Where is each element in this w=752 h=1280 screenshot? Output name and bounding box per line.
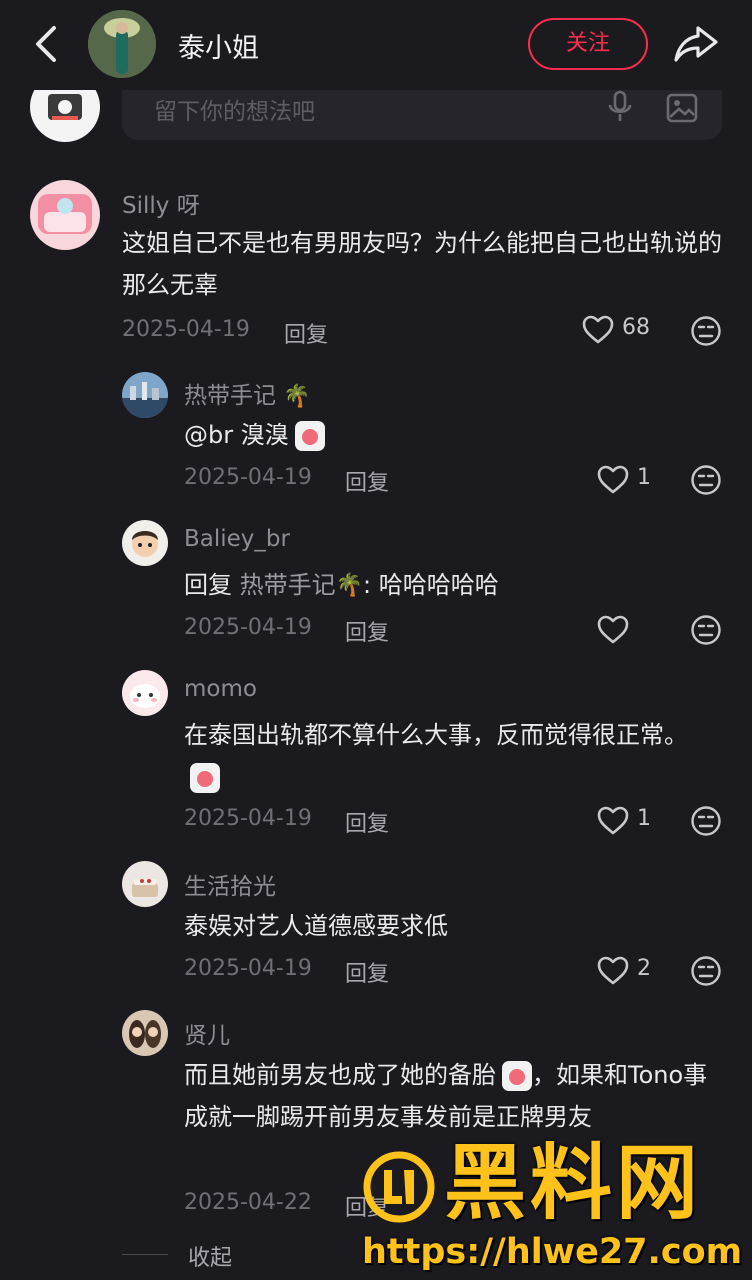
comment-text: 回复 热带手记🌴: 哈哈哈哈哈	[184, 564, 724, 607]
heart-icon	[582, 315, 614, 344]
palm-tree-icon: 🌴	[283, 384, 311, 409]
comment-input-placeholder: 留下你的想法吧	[154, 99, 315, 125]
commenter-name: 贤儿	[184, 1023, 230, 1049]
comment-date: 2025-04-19	[122, 317, 250, 342]
reply-button[interactable]: 回复	[345, 806, 389, 838]
dislike-face-icon[interactable]	[690, 955, 722, 987]
comment-text: 这姐自己不是也有男朋友吗？为什么能把自己也出轨说的那么无辜	[122, 229, 722, 299]
share-icon[interactable]	[672, 22, 720, 66]
commenter-name: 热带手记 🌴	[184, 383, 311, 409]
reply-button[interactable]: 回复	[284, 317, 328, 349]
back-icon[interactable]	[30, 22, 66, 66]
dislike-face-icon[interactable]	[690, 464, 722, 496]
divider	[122, 1254, 168, 1255]
like-count: 1	[637, 806, 651, 831]
microphone-icon[interactable]	[606, 90, 634, 124]
comment-date: 2025-04-19	[184, 956, 312, 981]
comment-text: @br 溴溴	[184, 414, 724, 456]
commenter-avatar[interactable]	[122, 372, 168, 418]
like-button[interactable]: 1	[597, 804, 657, 838]
reply-button[interactable]: 回复	[345, 615, 389, 647]
comment-text: 在泰国出轨都不算什么大事，反而觉得很正常。	[184, 714, 704, 798]
comment-text: 泰娱对艺人道德感要求低	[184, 912, 448, 940]
like-button[interactable]: 1	[597, 463, 657, 497]
watermark-url: https://hlwe27.com	[362, 1232, 743, 1272]
author-avatar[interactable]	[88, 10, 156, 78]
dislike-face-icon[interactable]	[690, 315, 722, 347]
image-icon[interactable]	[666, 92, 698, 124]
heart-icon	[597, 465, 629, 494]
watermark-title: 黑料网	[444, 1136, 703, 1231]
commenter-avatar[interactable]	[122, 861, 168, 907]
comment-text: 而且她前男友也成了她的备胎 ，如果和Tono事成就一脚踢开前男友事发前是正牌男友	[184, 1061, 708, 1131]
commenter-avatar[interactable]	[122, 670, 168, 716]
reply-button[interactable]: 回复	[345, 956, 389, 988]
heart-icon	[597, 956, 629, 985]
reply-button[interactable]: 回复	[345, 465, 389, 497]
mention-link[interactable]: 热带手记	[240, 571, 336, 599]
palm-tree-icon: 🌴	[335, 573, 364, 598]
collapse-button[interactable]: 收起	[188, 1240, 232, 1272]
commenter-name: momo	[184, 676, 257, 702]
heart-icon	[597, 806, 629, 835]
crying-face-icon	[502, 1061, 532, 1091]
like-button[interactable]: 68	[582, 313, 662, 347]
like-button[interactable]	[597, 613, 637, 647]
crying-face-icon	[190, 763, 220, 793]
comment-date: 2025-04-22	[184, 1190, 312, 1215]
commenter-avatar[interactable]	[122, 1010, 168, 1056]
dislike-face-icon[interactable]	[690, 614, 722, 646]
like-button[interactable]: 2	[597, 954, 657, 988]
commenter-avatar[interactable]	[30, 180, 100, 250]
commenter-name: 生活拾光	[184, 874, 276, 900]
commenter-avatar[interactable]	[122, 520, 168, 566]
comment-date: 2025-04-19	[184, 806, 312, 831]
like-count: 68	[622, 315, 650, 340]
comment-date: 2025-04-19	[184, 465, 312, 490]
commenter-name: Silly 呀	[122, 193, 200, 219]
comment-date: 2025-04-19	[184, 615, 312, 640]
dislike-face-icon[interactable]	[690, 805, 722, 837]
commenter-name: Baliey_br	[184, 526, 290, 552]
crying-face-icon	[294, 421, 325, 451]
watermark-logo-icon	[362, 1150, 436, 1224]
author-name: 泰小姐	[178, 33, 259, 64]
follow-button[interactable]: 关注	[528, 18, 648, 70]
like-count: 2	[637, 956, 651, 981]
heart-icon	[597, 615, 629, 644]
like-count: 1	[637, 465, 651, 490]
top-bar: 泰小姐 关注	[0, 0, 752, 90]
